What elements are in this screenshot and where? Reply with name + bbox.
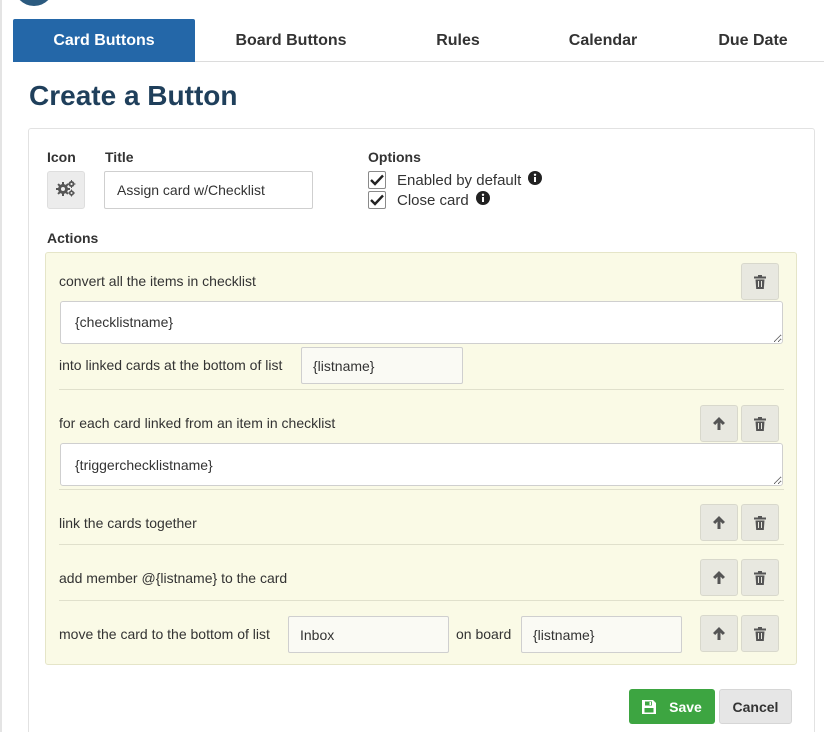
trash-icon (754, 274, 766, 289)
action-3-text: link the cards together (59, 515, 197, 531)
delete-action-4-button[interactable] (741, 559, 779, 596)
action-4-text: add member @{listname} to the card (59, 570, 288, 586)
checklist-name-field[interactable]: {checklistname} (60, 301, 783, 344)
delete-action-3-button[interactable] (741, 504, 779, 541)
icon-label: Icon (47, 149, 76, 165)
move-up-action-5-button[interactable] (700, 615, 738, 652)
option-enabled-by-default: Enabled by default (368, 171, 543, 189)
divider (59, 600, 784, 601)
cancel-button[interactable]: Cancel (719, 689, 792, 724)
title-label: Title (105, 149, 134, 165)
close-card-label: Close card (397, 191, 469, 209)
trash-icon (754, 515, 766, 530)
delete-action-5-button[interactable] (741, 615, 779, 652)
arrow-up-icon (713, 516, 725, 529)
info-icon[interactable] (475, 191, 490, 209)
list-name-field[interactable] (301, 347, 463, 384)
arrow-up-icon (713, 627, 725, 640)
action-2-text: for each card linked from an item in che… (59, 415, 336, 431)
action-1-text-2: into linked cards at the bottom of list (59, 357, 283, 373)
window-edge (0, 0, 2, 732)
check-icon (370, 194, 384, 206)
tab-card-buttons[interactable]: Card Buttons (13, 19, 195, 62)
tab-calendar[interactable]: Calendar (538, 19, 668, 62)
trigger-checklist-name-field[interactable]: {triggerchecklistname} (60, 443, 783, 486)
tab-due-date[interactable]: Due Date (688, 19, 818, 62)
move-up-action-3-button[interactable] (700, 504, 738, 541)
enabled-by-default-label: Enabled by default (397, 171, 522, 189)
check-icon (370, 174, 384, 186)
save-button[interactable]: Save (629, 689, 715, 724)
delete-action-1-button[interactable] (741, 263, 779, 300)
target-board-field[interactable] (521, 616, 682, 653)
close-card-checkbox[interactable] (368, 191, 386, 209)
divider (59, 489, 784, 490)
gears-icon (55, 179, 77, 202)
arrow-up-icon (713, 571, 725, 584)
tab-bar: Card Buttons Board Buttons Rules Calenda… (13, 19, 824, 62)
trash-icon (754, 626, 766, 641)
delete-action-2-button[interactable] (741, 405, 779, 442)
tab-rules[interactable]: Rules (393, 19, 523, 62)
move-up-action-2-button[interactable] (700, 405, 738, 442)
divider (59, 389, 784, 390)
target-list-field[interactable] (288, 616, 449, 653)
icon-picker-button[interactable] (47, 171, 85, 209)
avatar[interactable] (14, 0, 54, 6)
divider (59, 544, 784, 545)
option-close-card: Close card (368, 191, 490, 209)
floppy-disk-icon (642, 699, 657, 714)
tab-board-buttons[interactable]: Board Buttons (208, 19, 374, 62)
options-label: Options (368, 149, 421, 165)
title-input[interactable] (104, 171, 313, 209)
action-5-text: move the card to the bottom of list (59, 626, 270, 642)
enabled-by-default-checkbox[interactable] (368, 171, 386, 189)
arrow-up-icon (713, 417, 725, 430)
actions-label: Actions (47, 230, 99, 246)
action-1-text: convert all the items in checklist (59, 273, 256, 289)
action-5-text-2: on board (456, 626, 512, 642)
save-label: Save (669, 698, 702, 715)
trash-icon (754, 570, 766, 585)
trash-icon (754, 416, 766, 431)
move-up-action-4-button[interactable] (700, 559, 738, 596)
info-icon[interactable] (528, 171, 543, 189)
page-title: Create a Button (29, 80, 238, 111)
